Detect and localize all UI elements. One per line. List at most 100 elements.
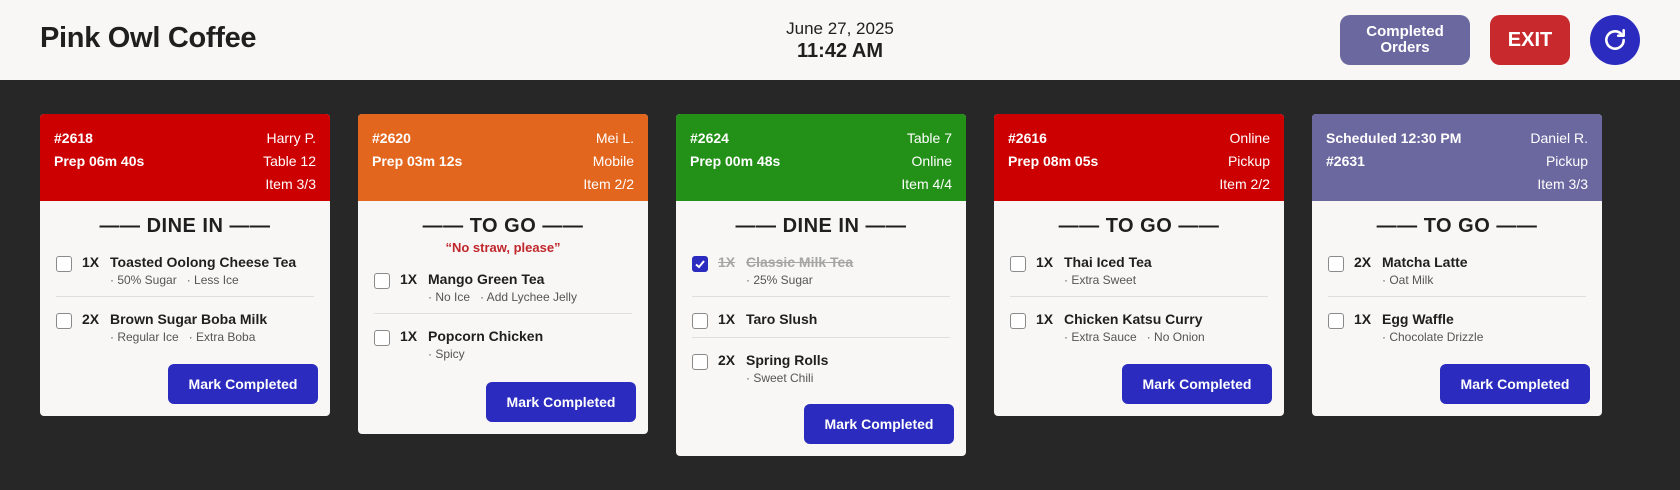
- item-checkbox[interactable]: [56, 313, 72, 329]
- item-name: Egg Waffle: [1382, 311, 1454, 327]
- order-header: #2618 Prep 06m 40s Harry P. Table 12 Item 3…: [40, 114, 330, 201]
- item-name: Toasted Oolong Cheese Tea: [110, 254, 297, 270]
- item-name: Matcha Latte: [1382, 254, 1468, 270]
- order-location: Table 7: [906, 130, 952, 146]
- item-checkbox[interactable]: [1010, 256, 1026, 272]
- order-header: #2616 Prep 08m 05s Online Pickup Item 2/2: [994, 114, 1284, 201]
- item-quantity: 1X: [1354, 311, 1372, 327]
- item-quantity: 1X: [400, 271, 418, 287]
- completed-orders-label-2: Orders: [1380, 39, 1430, 56]
- item-checkbox[interactable]: [692, 256, 708, 272]
- order-item: 1X Popcorn Chicken · Spicy: [374, 314, 632, 370]
- order-source: Mobile: [592, 153, 634, 169]
- item-modifier: · Spicy: [428, 347, 465, 361]
- item-name: Classic Milk Tea: [746, 254, 854, 270]
- order-header: #2624 Prep 00m 48s Table 7 Online Item 4/4: [676, 114, 966, 201]
- customer-name: Mei L.: [595, 130, 634, 146]
- item-modifier: · Extra Sauce: [1064, 330, 1137, 344]
- item-checkbox[interactable]: [692, 313, 708, 329]
- item-quantity: 1X: [718, 254, 736, 270]
- order-card-2624: #2624 Prep 00m 48s Table 7 Online Item 4/4 …: [676, 114, 966, 456]
- order-location: Pickup: [1545, 153, 1588, 169]
- mark-completed-button[interactable]: Mark Completed: [1122, 364, 1272, 404]
- item-modifier: · Extra Sweet: [1064, 273, 1137, 287]
- order-item: 2X Brown Sugar Boba Milk · Regular Ice · …: [56, 297, 314, 353]
- item-quantity: 2X: [718, 352, 736, 368]
- order-location: Pickup: [1227, 153, 1270, 169]
- order-item: 1X Mango Green Tea · No Ice · Add Lychee …: [374, 263, 632, 314]
- order-number: #2631: [1326, 153, 1365, 169]
- mark-completed-button[interactable]: Mark Completed: [1440, 364, 1590, 404]
- order-card-2631: Scheduled 12:30 PM #2631 Daniel R. Pickup I…: [1312, 114, 1602, 416]
- order-header: Scheduled 12:30 PM #2631 Daniel R. Pickup I…: [1312, 114, 1602, 201]
- order-item: 1X Classic Milk Tea · 25% Sugar: [692, 246, 950, 297]
- item-modifier: · Regular Ice: [110, 330, 179, 344]
- scheduled-time: Scheduled 12:30 PM: [1326, 130, 1462, 146]
- item-checkbox[interactable]: [692, 354, 708, 370]
- order-type: —— TO GO ——: [1058, 215, 1220, 237]
- prep-timer: Prep 00m 48s: [690, 153, 781, 169]
- item-name: Spring Rolls: [746, 352, 829, 368]
- mark-completed-button[interactable]: Mark Completed: [486, 382, 636, 422]
- item-modifier: · 50% Sugar: [110, 273, 177, 287]
- order-card-2616: #2616 Prep 08m 05s Online Pickup Item 2/2 —…: [994, 114, 1284, 416]
- item-checkbox[interactable]: [374, 330, 390, 346]
- order-type: —— DINE IN ——: [99, 215, 271, 237]
- order-item: 1X Chicken Katsu Curry · Extra Sauce · No…: [1010, 297, 1268, 353]
- item-modifier: · Sweet Chili: [746, 371, 814, 385]
- mark-completed-button[interactable]: Mark Completed: [168, 364, 318, 404]
- item-count: Item 2/2: [583, 176, 634, 192]
- item-modifier: · Chocolate Drizzle: [1382, 330, 1484, 344]
- item-name: Chicken Katsu Curry: [1064, 311, 1203, 327]
- brand-title: Pink Owl Coffee: [40, 22, 257, 54]
- order-item: 1X Toasted Oolong Cheese Tea · 50% Sugar…: [56, 246, 314, 297]
- mark-completed-button[interactable]: Mark Completed: [804, 404, 954, 444]
- order-number: #2616: [1008, 130, 1047, 146]
- item-quantity: 1X: [718, 311, 736, 327]
- item-name: Mango Green Tea: [428, 271, 545, 287]
- item-modifier: · 25% Sugar: [746, 273, 813, 287]
- refresh-icon: [1605, 28, 1625, 50]
- order-card-2618: #2618 Prep 06m 40s Harry P. Table 12 Item 3…: [40, 114, 330, 416]
- item-count: Item 3/3: [1537, 176, 1588, 192]
- item-modifier: · No Ice: [428, 290, 471, 304]
- exit-button[interactable]: EXIT: [1490, 15, 1570, 65]
- completed-orders-button[interactable]: Completed Orders: [1340, 15, 1470, 65]
- item-quantity: 2X: [1354, 254, 1372, 270]
- item-name: Popcorn Chicken: [428, 328, 544, 344]
- order-number: #2624: [690, 130, 729, 146]
- item-checkbox[interactable]: [1328, 256, 1344, 272]
- top-bar: Pink Owl Coffee June 27, 2025 11:42 AM C…: [0, 0, 1680, 80]
- order-item: 1X Egg Waffle · Chocolate Drizzle: [1328, 297, 1586, 353]
- refresh-button[interactable]: [1590, 15, 1640, 65]
- clock: June 27, 2025 11:42 AM: [740, 18, 940, 63]
- item-checkbox[interactable]: [1328, 313, 1344, 329]
- item-quantity: 1X: [1036, 311, 1054, 327]
- customer-name: Daniel R.: [1530, 130, 1588, 146]
- item-quantity: 1X: [400, 328, 418, 344]
- completed-orders-label-1: Completed: [1366, 23, 1444, 40]
- item-modifier: · Oat Milk: [1382, 273, 1434, 287]
- order-location: Table 12: [263, 153, 316, 169]
- order-item: 1X Thai Iced Tea · Extra Sweet: [1010, 246, 1268, 297]
- prep-timer: Prep 06m 40s: [54, 153, 145, 169]
- item-modifier: · Add Lychee Jelly: [480, 290, 577, 304]
- item-checkbox[interactable]: [56, 256, 72, 272]
- current-time: 11:42 AM: [797, 40, 883, 62]
- item-checkbox[interactable]: [1010, 313, 1026, 329]
- current-date: June 27, 2025: [786, 19, 894, 38]
- item-name: Taro Slush: [746, 311, 818, 327]
- item-modifier: · Extra Boba: [188, 330, 256, 344]
- order-type: —— TO GO ——: [1376, 215, 1538, 237]
- item-count: Item 2/2: [1219, 176, 1270, 192]
- order-card-2620: #2620 Prep 03m 12s Mei L. Mobile Item 2/2 —…: [358, 114, 648, 434]
- order-source: Online: [911, 153, 952, 169]
- item-checkbox[interactable]: [374, 273, 390, 289]
- order-number: #2620: [372, 130, 411, 146]
- customer-name: Harry P.: [266, 130, 316, 146]
- item-quantity: 2X: [82, 311, 100, 327]
- order-header: #2620 Prep 03m 12s Mei L. Mobile Item 2/2: [358, 114, 648, 201]
- order-item: 2X Spring Rolls · Sweet Chili: [692, 338, 950, 394]
- item-modifier: · No Onion: [1146, 330, 1205, 344]
- order-type: —— TO GO ——: [422, 215, 584, 237]
